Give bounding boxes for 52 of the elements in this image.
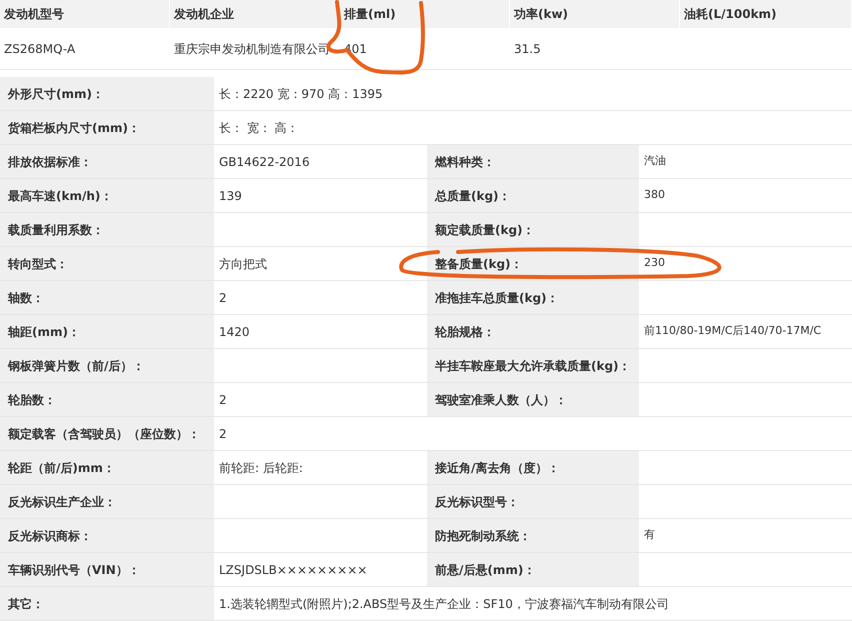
field-value: LZSJDSLB××××××××× (219, 562, 368, 578)
field-label: 反光标识商标： (8, 528, 92, 544)
field-label: 额定载质量(kg)： (435, 222, 535, 238)
field-label: 驾驶室准乘人数（人）： (435, 392, 567, 408)
field-label: 轴数： (8, 290, 44, 306)
field-value: 长：2220 宽：970 高：1395 (219, 86, 383, 102)
field-label: 半挂车鞍座最大允许承载质量(kg)： (435, 358, 631, 374)
field-label: 轮距（前/后)mm： (8, 460, 115, 476)
field-label: 反光标识生产企业： (8, 494, 116, 510)
field-label: 整备质量(kg)： (435, 256, 523, 272)
field-label: 准拖挂车总质量(kg)： (435, 290, 559, 306)
field-value: 380 (644, 187, 665, 204)
field-value: 长： 宽： 高： (219, 120, 299, 136)
field-label: 接近角/离去角（度）： (435, 460, 560, 476)
field-value: 汽油 (644, 153, 666, 170)
field-value: 2 (219, 392, 227, 408)
field-value: 有 (644, 527, 655, 544)
field-label: 轮胎数： (8, 392, 56, 408)
field-label: 反光标识型号： (435, 494, 519, 510)
field-value: 230 (644, 255, 665, 272)
table-cell-text: 31.5 (514, 40, 541, 58)
field-label: 防抱死制动系统： (435, 528, 531, 544)
field-value: 前轮距: 后轮距: (219, 460, 303, 476)
field-label: 轴距(mm)： (8, 324, 80, 340)
field-label: 最高车速(km/h)： (8, 188, 112, 204)
field-value: 1.选装轮辋型式(附照片);2.ABS型号及生产企业：SF10，宁波赛福汽车制动有限公司 (219, 596, 669, 612)
field-value: 前110/80-19M/C后140/70-17M/C (644, 323, 822, 340)
field-value: 2 (219, 426, 227, 442)
field-label: 货箱栏板内尺寸(mm)： (8, 120, 140, 136)
field-label: 车辆识别代号（VIN）： (8, 562, 140, 578)
field-label: 排放依据标准： (8, 154, 92, 170)
column-header: 排量(ml) (340, 0, 510, 28)
field-value: 139 (219, 188, 242, 204)
field-value: 1420 (219, 324, 250, 340)
column-header: 发动机型号 (0, 0, 170, 28)
field-label: 其它： (8, 596, 44, 612)
column-header: 油耗(L/100km) (680, 0, 852, 28)
table-cell-text: ZS268MQ-A (4, 40, 76, 58)
field-value: 2 (219, 290, 227, 306)
field-label: 额定载客（含驾驶员）（座位数）： (8, 426, 200, 442)
field-label: 前悬/后悬(mm)： (435, 562, 536, 578)
field-label: 轮胎规格： (435, 324, 495, 340)
field-label: 转向型式： (8, 256, 68, 272)
field-label: 外形尺寸(mm)： (8, 86, 104, 102)
field-label: 载质量利用系数： (8, 222, 104, 238)
field-value: 方向把式 (219, 256, 267, 272)
field-label: 燃料种类： (435, 154, 495, 170)
column-header: 功率(kw) (510, 0, 680, 28)
column-header: 发动机企业 (170, 0, 340, 28)
field-label: 总质量(kg)： (435, 188, 511, 204)
field-label: 钢板弹簧片数（前/后）： (8, 358, 144, 374)
field-value: GB14622-2016 (219, 154, 310, 170)
